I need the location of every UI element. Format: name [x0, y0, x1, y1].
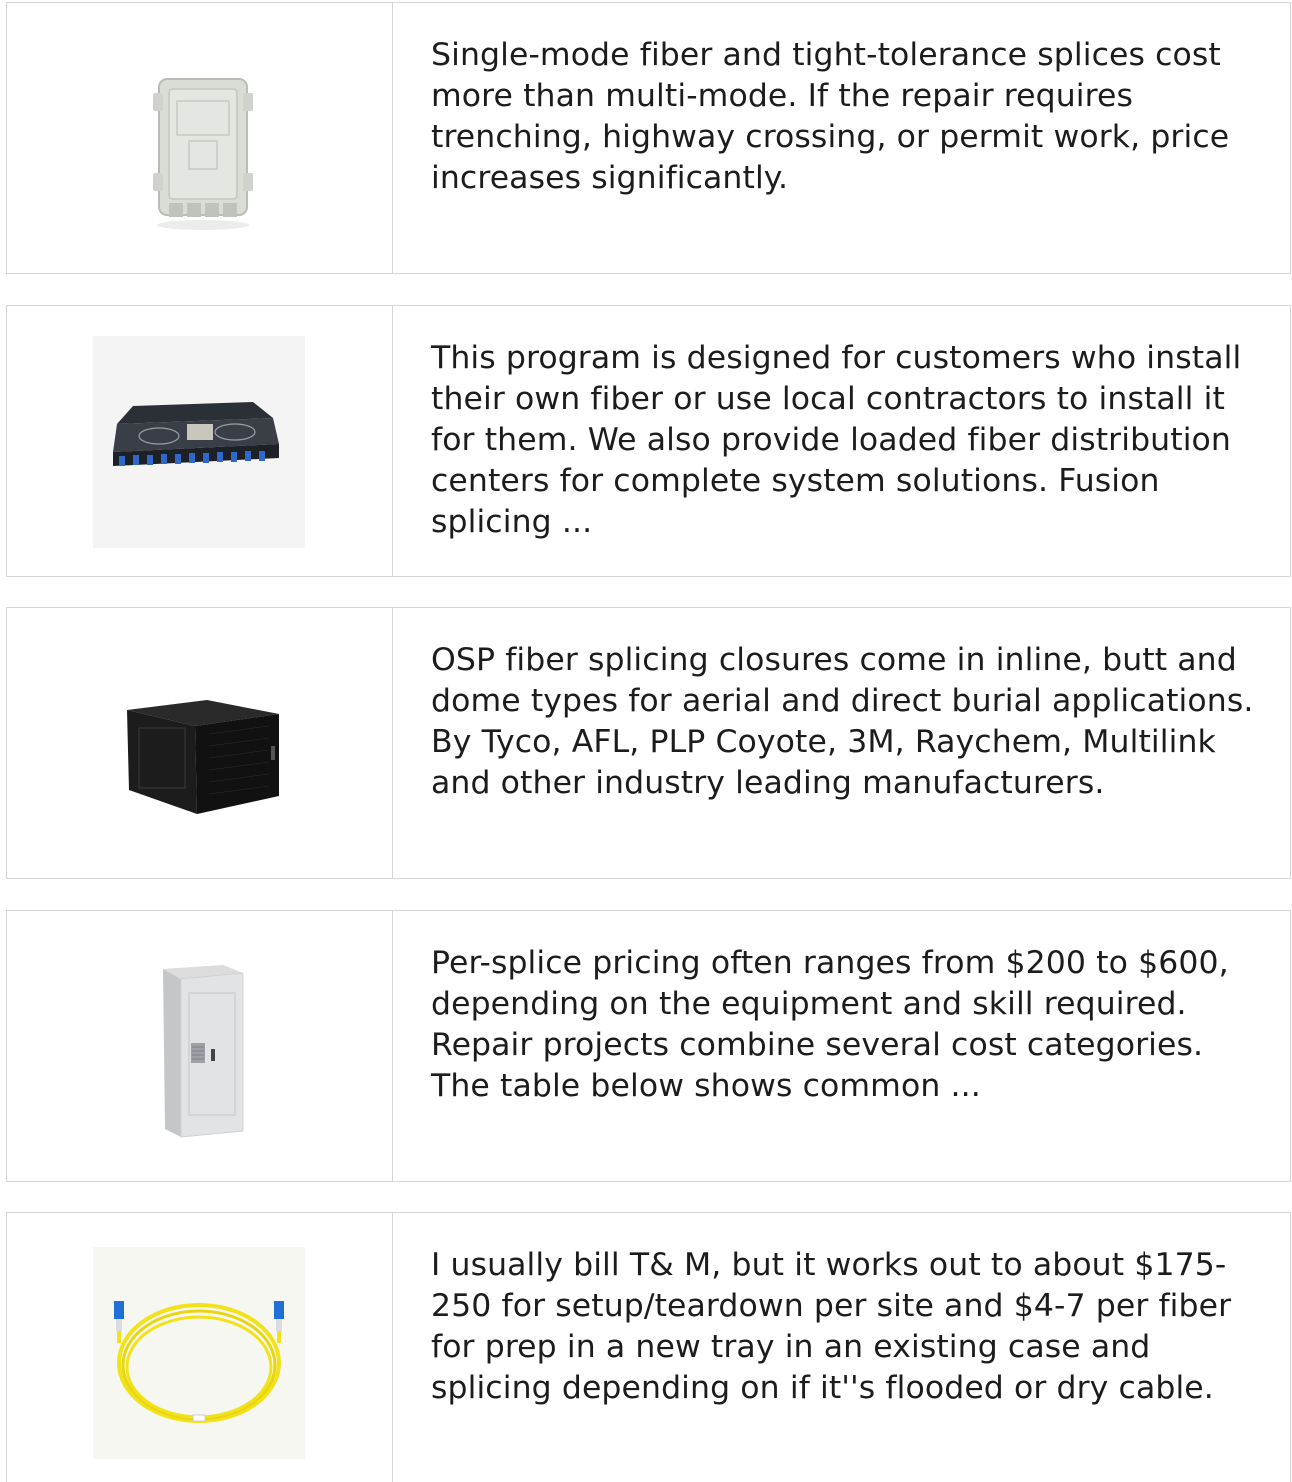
list-item: OSP fiber splicing closures come in inli… — [6, 607, 1291, 879]
thumbnail-cell — [7, 911, 393, 1181]
description-cell: OSP fiber splicing closures come in inli… — [393, 608, 1290, 878]
description-cell: Single-mode fiber and tight-tolerance sp… — [393, 3, 1290, 273]
thumbnail-cell — [7, 608, 393, 878]
list-item: This program is designed for customers w… — [6, 305, 1291, 577]
splice-closure-box-icon[interactable] — [93, 33, 305, 245]
description-text: OSP fiber splicing closures come in inli… — [431, 642, 1254, 801]
description-text: Single-mode fiber and tight-tolerance sp… — [431, 37, 1230, 196]
description-text: This program is designed for customers w… — [431, 340, 1242, 540]
list-item: Per-splice pricing often ranges from $20… — [6, 910, 1291, 1182]
description-text: I usually bill T& M, but it works out to… — [431, 1247, 1232, 1406]
list-item: I usually bill T& M, but it works out to… — [6, 1212, 1291, 1482]
thumbnail-cell — [7, 3, 393, 273]
rack-splice-tray-icon[interactable] — [93, 336, 305, 548]
description-cell: Per-splice pricing often ranges from $20… — [393, 911, 1290, 1181]
thumbnail-cell — [7, 306, 393, 576]
description-cell: I usually bill T& M, but it works out to… — [393, 1213, 1290, 1482]
fiber-patch-cord-icon[interactable] — [93, 1247, 305, 1459]
description-text: Per-splice pricing often ranges from $20… — [431, 945, 1229, 1104]
description-cell: This program is designed for customers w… — [393, 306, 1290, 576]
outdoor-cabinet-icon[interactable] — [93, 941, 305, 1153]
list-item: Single-mode fiber and tight-tolerance sp… — [6, 2, 1291, 274]
wall-mount-cabinet-icon[interactable] — [93, 638, 305, 850]
thumbnail-cell — [7, 1213, 393, 1482]
